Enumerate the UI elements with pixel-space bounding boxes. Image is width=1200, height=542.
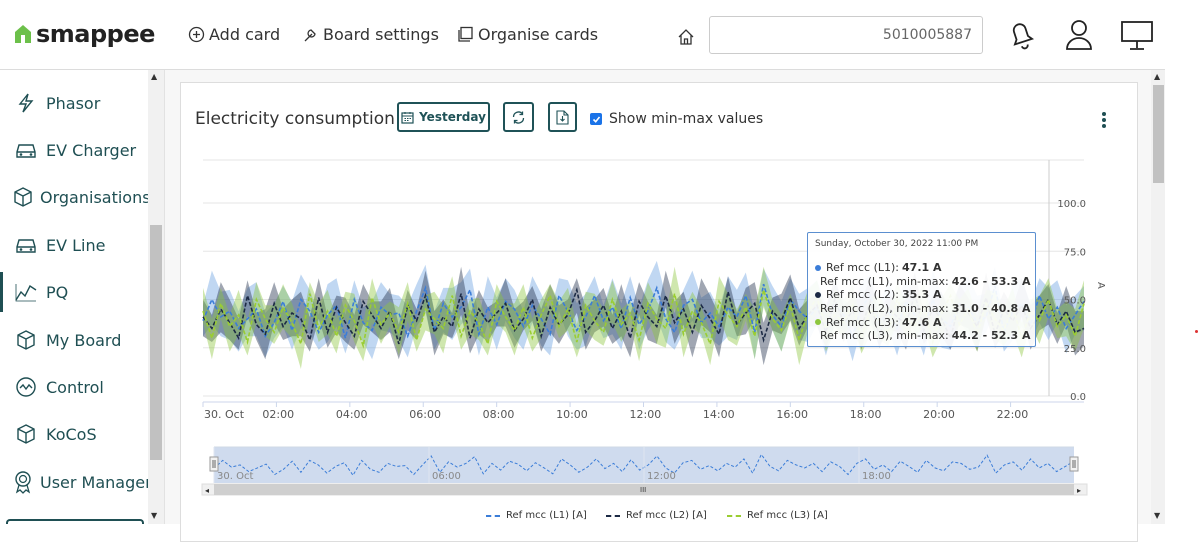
- tooltip-row: Ref mcc (L1): 47.1 A: [815, 261, 1028, 275]
- tooltip-dot: [815, 291, 821, 298]
- smappee-logo-icon: [15, 25, 31, 43]
- sidebar-item-kocos[interactable]: KoCoS: [0, 414, 148, 454]
- sidebar-item-label: PQ: [46, 282, 69, 302]
- checkbox-checked-icon[interactable]: [590, 113, 602, 125]
- tooltip-value: 31.0 - 40.8 A: [951, 302, 1031, 316]
- line-chart-icon: [12, 281, 40, 303]
- wrench-icon: [304, 29, 316, 42]
- award-icon: [12, 470, 34, 494]
- legend-swatch: [727, 514, 741, 517]
- tooltip-value: 44.2 - 52.3 A: [951, 329, 1031, 343]
- sidebar-item-label: My Board: [46, 330, 122, 350]
- tooltip-dot: [815, 319, 821, 326]
- tooltip-row: Ref mcc (L2): 35.3 A: [815, 288, 1028, 302]
- sidebar-item-label: EV Line: [46, 235, 106, 255]
- sidebar-item-ev-charger[interactable]: EV Charger: [0, 130, 148, 170]
- top-bar: smappee Add card Board settings Organise…: [0, 0, 1165, 70]
- brand-logo[interactable]: smappee: [14, 20, 155, 48]
- search-input[interactable]: 5010005887: [709, 16, 983, 54]
- car-icon: [12, 235, 40, 255]
- car-icon: [12, 140, 40, 160]
- sidebar-item-ev-line[interactable]: EV Line: [0, 225, 148, 265]
- brand-name: smappee: [36, 20, 155, 48]
- card-title: Electricity consumption: [195, 109, 395, 129]
- sidebar-item-my-board[interactable]: My Board: [0, 320, 148, 360]
- sidebar-item-label: EV Charger: [46, 140, 137, 160]
- tooltip-label: Ref mcc (L1):: [826, 261, 900, 275]
- refresh-icon: [512, 110, 525, 124]
- file-download-icon: [556, 109, 569, 125]
- scroll-up-arrow-icon[interactable]: ▲: [151, 72, 157, 81]
- sidebar-item-label: User Managem: [40, 472, 161, 492]
- export-button[interactable]: [548, 102, 577, 132]
- organise-cards-label: Organise cards: [478, 25, 599, 44]
- sidebar-item-phasor[interactable]: Phasor: [0, 83, 148, 123]
- tooltip-label: Ref mcc (L3), min-max:: [820, 329, 949, 343]
- yesterday-button[interactable]: Yesterday: [397, 102, 490, 132]
- legend-swatch: [606, 514, 620, 517]
- tooltip-label: Ref mcc (L2):: [826, 288, 900, 302]
- sidebar-item-user-management[interactable]: User Managem: [0, 462, 161, 502]
- board-settings-button[interactable]: Board settings: [302, 25, 439, 44]
- more-options-icon[interactable]: [1101, 111, 1107, 129]
- gauge-icon: [12, 376, 40, 398]
- scroll-down-arrow-icon[interactable]: ▼: [151, 511, 157, 520]
- legend-item-l2[interactable]: Ref mcc (L2) [A]: [606, 510, 707, 521]
- main-scroll-thumb[interactable]: [1153, 85, 1164, 183]
- sidebar-scroll-thumb[interactable]: [150, 225, 162, 460]
- cube-icon: [12, 423, 40, 445]
- calendar-icon: [401, 111, 414, 124]
- add-card-button[interactable]: Add card: [188, 25, 280, 44]
- sidebar: Phasor EV Charger Organisations EV Line …: [0, 70, 165, 524]
- yesterday-label: Yesterday: [419, 110, 486, 124]
- tooltip-row: Ref mcc (L3), min-max: 44.2 - 52.3 A: [815, 329, 1031, 343]
- bell-icon[interactable]: [1006, 18, 1036, 52]
- show-minmax-label: Show min-max values: [609, 111, 764, 127]
- tooltip-dot: [815, 264, 821, 271]
- legend-swatch: [486, 514, 500, 517]
- tooltip-row: Ref mcc (L2), min-max: 31.0 - 40.8 A: [815, 302, 1031, 316]
- legend-item-l1[interactable]: Ref mcc (L1) [A]: [486, 510, 587, 521]
- red-dot: [1195, 330, 1198, 333]
- tooltip-label: Ref mcc (L3):: [826, 315, 900, 329]
- monitor-icon[interactable]: [1120, 18, 1154, 52]
- tooltip-value: 47.6 A: [902, 315, 942, 329]
- tooltip-row: Ref mcc (L3): 47.6 A: [815, 315, 1028, 329]
- show-minmax-checkbox[interactable]: Show min-max values: [590, 111, 763, 127]
- sidebar-item-label: KoCoS: [46, 424, 97, 444]
- sidebar-item-pq[interactable]: PQ: [0, 272, 148, 312]
- tooltip-label: Ref mcc (L2), min-max:: [820, 302, 949, 316]
- main-scroll-down-icon[interactable]: ▼: [1154, 511, 1160, 520]
- sidebar-item-label: Control: [46, 377, 104, 397]
- sidebar-item-control[interactable]: Control: [0, 367, 148, 407]
- copy-icon: [458, 26, 473, 42]
- cube-icon: [12, 329, 40, 351]
- tooltip-value: 35.3 A: [902, 288, 942, 302]
- tooltip-value: 42.6 - 53.3 A: [951, 274, 1031, 288]
- right-margin: [1165, 0, 1200, 524]
- legend-label: Ref mcc (L1) [A]: [506, 510, 587, 521]
- tooltip-value: 47.1 A: [902, 261, 942, 275]
- cube-icon: [12, 186, 34, 208]
- sidebar-item-organisations[interactable]: Organisations: [0, 177, 151, 217]
- main-scroll-up-icon[interactable]: ▲: [1154, 72, 1160, 81]
- tooltip-row: Ref mcc (L1), min-max: 42.6 - 53.3 A: [815, 274, 1031, 289]
- chart-tooltip: Sunday, October 30, 2022 11:00 PM Ref mc…: [807, 232, 1036, 347]
- plus-circle-icon: [188, 26, 205, 43]
- refresh-button[interactable]: [503, 102, 534, 132]
- board-settings-label: Board settings: [323, 25, 439, 44]
- add-card-label: Add card: [209, 25, 281, 44]
- tooltip-label: Ref mcc (L1), min-max:: [820, 274, 949, 288]
- sidebar-item-label: Phasor: [46, 93, 101, 113]
- tooltip-date: Sunday, October 30, 2022 11:00 PM: [815, 239, 979, 249]
- home-icon[interactable]: [677, 28, 695, 46]
- legend-label: Ref mcc (L3) [A]: [747, 510, 828, 521]
- lightning-icon: [12, 92, 40, 114]
- organise-cards-button[interactable]: Organise cards: [457, 25, 598, 44]
- user-icon[interactable]: [1064, 18, 1094, 52]
- sidebar-item-label: Organisations: [40, 187, 151, 207]
- legend-label: Ref mcc (L2) [A]: [626, 510, 707, 521]
- sidebar-next-item-outline: [6, 519, 144, 524]
- legend-item-l3[interactable]: Ref mcc (L3) [A]: [727, 510, 828, 521]
